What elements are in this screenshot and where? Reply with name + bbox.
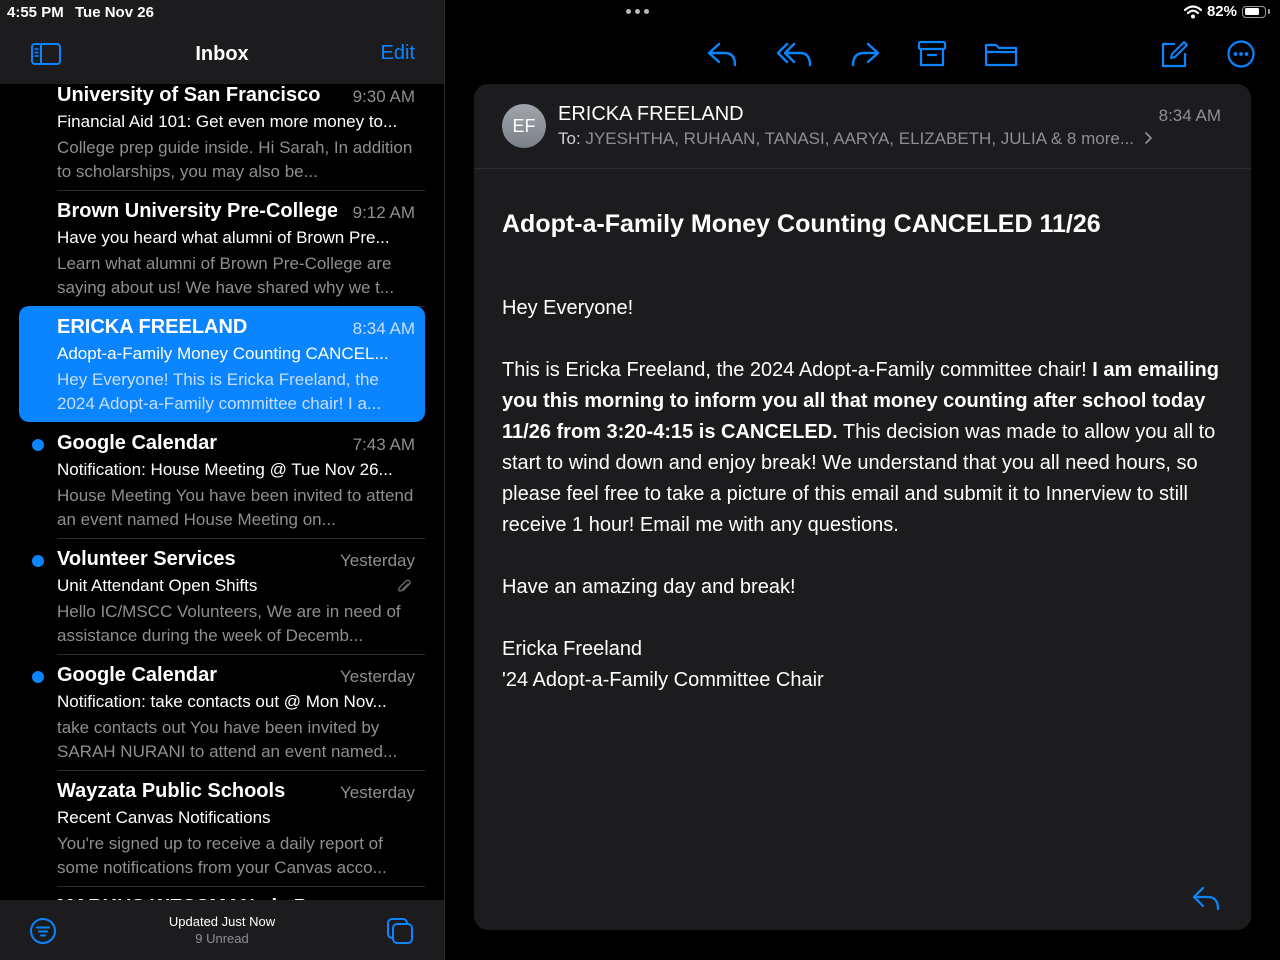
to-label: To: [558, 129, 581, 148]
body-intro: This is Ericka Freeland, the 2024 Adopt-… [502, 359, 1093, 381]
greeting: Hey Everyone! [502, 297, 634, 319]
message-subject: Adopt-a-Family Money Counting CANCELED 1… [502, 210, 1101, 238]
mail-sender: ERICKA FREELAND [57, 316, 248, 338]
sender-name[interactable]: ERICKA FREELAND [558, 103, 744, 126]
status-indicators: 82% [1183, 3, 1270, 20]
mail-preview: You're signed up to receive a daily repo… [57, 834, 387, 877]
mail-sender: Wayzata Public Schools [57, 780, 286, 802]
recipients: JYESHTHA, RUHAAN, TANASI, AARYA, ELIZABE… [585, 129, 1134, 148]
closing: Have an amazing day and break! [502, 576, 796, 598]
folder-icon[interactable] [983, 38, 1019, 70]
mail-sender: University of San Francisco [57, 84, 321, 106]
mail-sender: Volunteer Services [57, 548, 236, 570]
status-date: Tue Nov 26 [75, 4, 154, 21]
mail-preview: House Meeting You have been invited to a… [57, 486, 414, 529]
unread-dot [32, 439, 44, 451]
mail-sender: Brown University Pre-College [57, 200, 337, 222]
signature-name: Ericka Freeland [502, 638, 643, 660]
mail-preview: Learn what alumni of Brown Pre-College a… [57, 254, 395, 297]
recipients-line[interactable]: To: JYESHTHA, RUHAAN, TANASI, AARYA, ELI… [558, 129, 1153, 149]
message-body: Hey Everyone! This is Ericka Freeland, t… [502, 293, 1227, 696]
mail-time: Yesterday [340, 783, 415, 802]
chevron-right-icon [1144, 132, 1152, 144]
unread-count: 9 Unread [195, 931, 249, 946]
mail-sender: Google Calendar [57, 432, 218, 454]
mail-list-item[interactable]: Volunteer Services Yesterday Unit Attendan… [19, 538, 425, 655]
sidebar-footer: Updated Just Now 9 Unread [0, 900, 444, 960]
mail-time: Yesterday [340, 667, 415, 686]
mail-list: University of San Francisco 9:30 AM Financ… [0, 84, 444, 900]
status-bar: 4:55 PM Tue Nov 26 82% [0, 0, 1280, 24]
mail-subject: Notification: take contacts out @ Mon No… [57, 692, 387, 711]
unread-dot [32, 555, 44, 567]
mail-subject: Notification: House Meeting @ Tue Nov 26… [57, 460, 393, 479]
mail-list-item[interactable]: University of San Francisco 9:30 AM Financ… [19, 84, 425, 191]
received-time: 8:34 AM [1158, 106, 1221, 125]
message-card: EF ERICKA FREELAND 8:34 AM To: JYESHTHA,… [474, 84, 1251, 930]
mail-preview: Hey Everyone! This is Ericka Freeland, t… [57, 370, 382, 413]
page-title: Inbox [195, 43, 249, 65]
mailbox-sidebar: Inbox Edit University of San Francisco 9:… [0, 0, 444, 960]
paperclip-icon [397, 579, 411, 592]
mail-time: Yesterday [340, 551, 415, 570]
reply-all-icon[interactable] [775, 38, 813, 70]
mail-preview: College prep guide inside. Hi Sarah, In … [57, 138, 413, 181]
multitasking-dots[interactable] [626, 9, 649, 14]
message-pane: EF ERICKA FREELAND 8:34 AM To: JYESHTHA,… [445, 0, 1280, 960]
mail-time: 8:34 AM [352, 319, 415, 338]
body-paragraph: This is Ericka Freeland, the 2024 Adopt-… [502, 355, 1227, 541]
signature-title: '24 Adopt-a-Family Committee Chair [502, 669, 824, 691]
mail-list-item[interactable]: Wayzata Public Schools Yesterday Recent Ca… [19, 770, 425, 887]
mail-list-item[interactable]: Google Calendar 7:43 AM Notification: Hous… [19, 422, 425, 539]
mail-list-item[interactable]: MARKUS WESSMAN via P...Yesterday [19, 886, 425, 900]
mail-subject: Recent Canvas Notifications [57, 808, 271, 827]
compose-icon[interactable] [1157, 38, 1191, 70]
mail-subject: Adopt-a-Family Money Counting CANCEL... [57, 344, 389, 363]
mail-list-item[interactable]: ERICKA FREELAND 8:34 AM Adopt-a-Family Mon… [19, 306, 425, 422]
forward-icon[interactable] [848, 38, 882, 70]
wifi-icon [1183, 4, 1202, 18]
ellipsis-circle-icon[interactable] [1225, 38, 1259, 70]
multiwindow-icon[interactable] [385, 916, 415, 946]
reply-icon[interactable] [705, 38, 739, 70]
mail-list-item[interactable]: Brown University Pre-College 9:12 AM Have … [19, 190, 425, 307]
status-time: 4:55 PM [7, 4, 64, 21]
update-status: Updated Just Now [168, 914, 276, 929]
reply-icon[interactable] [1191, 884, 1221, 912]
battery-icon [1242, 5, 1266, 18]
mail-time: 9:30 AM [352, 87, 415, 106]
avatar[interactable]: EF [502, 104, 546, 148]
archive-icon[interactable] [915, 38, 949, 70]
mail-preview: take contacts out You have been invited … [57, 718, 398, 761]
message-header[interactable]: EF ERICKA FREELAND 8:34 AM To: JYESHTHA,… [474, 84, 1251, 169]
mail-time: 9:12 AM [352, 203, 415, 222]
mail-preview: Hello IC/MSCC Volunteers, We are in need… [57, 602, 401, 645]
unread-dot [32, 671, 44, 683]
mail-subject: Have you heard what alumni of Brown Pre.… [57, 228, 390, 247]
mail-subject: Unit Attendant Open Shifts [57, 576, 258, 595]
mail-sender: Google Calendar [57, 664, 218, 686]
battery-percent: 82% [1206, 3, 1237, 20]
mail-time: 7:43 AM [352, 435, 415, 454]
mail-list-item[interactable]: Google Calendar Yesterday Notification: ta… [19, 654, 425, 771]
mail-subject: Financial Aid 101: Get even more money t… [57, 112, 398, 131]
edit-button[interactable]: Edit [381, 42, 415, 65]
